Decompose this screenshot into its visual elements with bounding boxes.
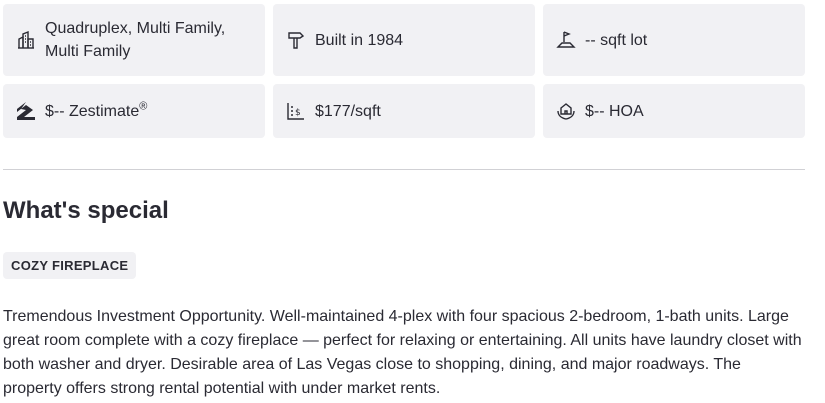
section-divider xyxy=(3,169,805,170)
building-icon xyxy=(15,29,37,51)
registered-mark: ® xyxy=(139,100,148,113)
hoa-icon xyxy=(555,100,577,122)
fact-text: $177/sqft xyxy=(315,102,381,120)
fact-text: Built in 1984 xyxy=(315,31,404,49)
fact-lot-size: -- sqft lot xyxy=(543,4,805,76)
feature-tag: COZY FIREPLACE xyxy=(3,252,137,279)
facts-grid: Quadruplex, Multi Family, Multi Family B… xyxy=(3,4,805,138)
svg-text:$: $ xyxy=(295,108,301,118)
lot-size-icon xyxy=(555,29,577,51)
fact-price-per-sqft: $ $177/sqft xyxy=(273,84,535,138)
fact-text: $-- Zestimate® xyxy=(45,100,148,120)
hammer-icon xyxy=(285,29,307,51)
fact-text: Quadruplex, Multi Family, Multi Family xyxy=(45,20,226,60)
price-per-sqft-icon: $ xyxy=(285,100,307,122)
listing-description: Tremendous Investment Opportunity. Well-… xyxy=(3,308,802,397)
fact-home-type: Quadruplex, Multi Family, Multi Family xyxy=(3,4,265,76)
fact-year-built: Built in 1984 xyxy=(273,4,535,76)
fact-zestimate: $-- Zestimate® xyxy=(3,84,265,138)
zillow-logo-icon xyxy=(15,100,37,122)
fact-text: $-- HOA xyxy=(585,102,644,120)
section-heading: What's special xyxy=(3,197,169,224)
fact-hoa: $-- HOA xyxy=(543,84,805,138)
fact-text: -- sqft lot xyxy=(585,31,648,49)
